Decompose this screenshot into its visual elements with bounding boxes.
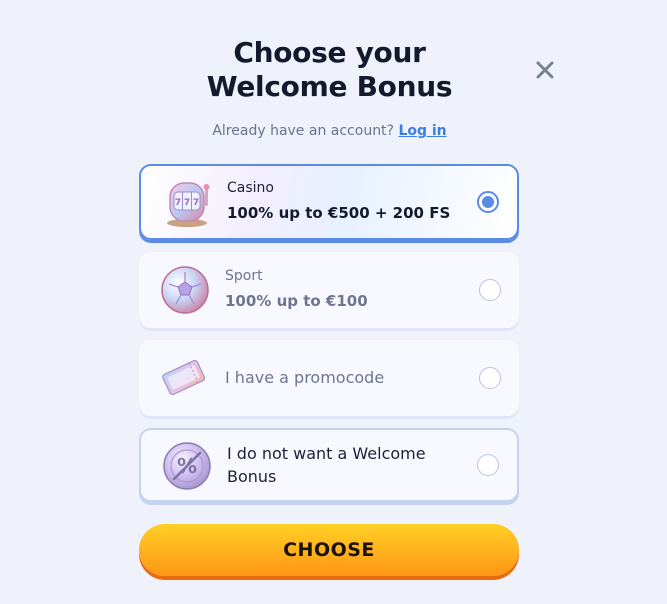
sport-text: Sport 100% up to €100 bbox=[225, 266, 465, 312]
radio-casino[interactable] bbox=[477, 191, 499, 213]
option-label: Sport bbox=[225, 268, 263, 284]
option-casino[interactable]: 7 7 7 Casino 100% up to €500 + 200 FS bbox=[139, 164, 519, 240]
option-label: Casino bbox=[227, 180, 274, 196]
login-link[interactable]: Log in bbox=[398, 123, 446, 139]
radio-dot bbox=[482, 196, 494, 208]
choose-button[interactable]: CHOOSE bbox=[139, 524, 519, 576]
soccer-ball-icon bbox=[161, 266, 209, 314]
option-sport[interactable]: Sport 100% up to €100 bbox=[139, 252, 519, 328]
svg-text:7: 7 bbox=[175, 198, 181, 208]
no-bonus-text: I do not want a Welcome Bonus bbox=[227, 442, 463, 488]
account-prompt-text: Already have an account? bbox=[212, 123, 394, 139]
svg-text:7: 7 bbox=[193, 198, 199, 208]
dialog-title: Choose your Welcome Bonus bbox=[0, 36, 659, 104]
title-line-1: Choose your bbox=[233, 36, 426, 69]
close-button[interactable] bbox=[533, 58, 557, 82]
radio-promocode[interactable] bbox=[479, 367, 501, 389]
promocode-text: I have a promocode bbox=[225, 366, 465, 389]
slot-machine-icon: 7 7 7 bbox=[167, 182, 210, 227]
option-label: I do not want a Welcome Bonus bbox=[227, 444, 426, 486]
option-offer: 100% up to €500 + 200 FS bbox=[227, 204, 451, 222]
title-line-2: Welcome Bonus bbox=[206, 70, 453, 103]
casino-text: Casino 100% up to €500 + 200 FS bbox=[227, 178, 463, 224]
radio-no-bonus[interactable] bbox=[477, 454, 499, 476]
svg-text:7: 7 bbox=[184, 198, 190, 208]
no-bonus-coin-icon: % bbox=[163, 442, 211, 490]
option-no-bonus[interactable]: % I do not want a Welcome Bonus bbox=[139, 428, 519, 502]
option-promocode[interactable]: I have a promocode bbox=[139, 340, 519, 416]
ticket-icon bbox=[162, 359, 206, 396]
option-offer: 100% up to €100 bbox=[225, 292, 368, 310]
login-prompt: Already have an account? Log in bbox=[0, 123, 659, 139]
radio-sport[interactable] bbox=[479, 279, 501, 301]
close-icon bbox=[536, 61, 554, 79]
option-label: I have a promocode bbox=[225, 368, 385, 387]
welcome-bonus-dialog: Choose your Welcome Bonus Already have a… bbox=[0, 0, 667, 604]
